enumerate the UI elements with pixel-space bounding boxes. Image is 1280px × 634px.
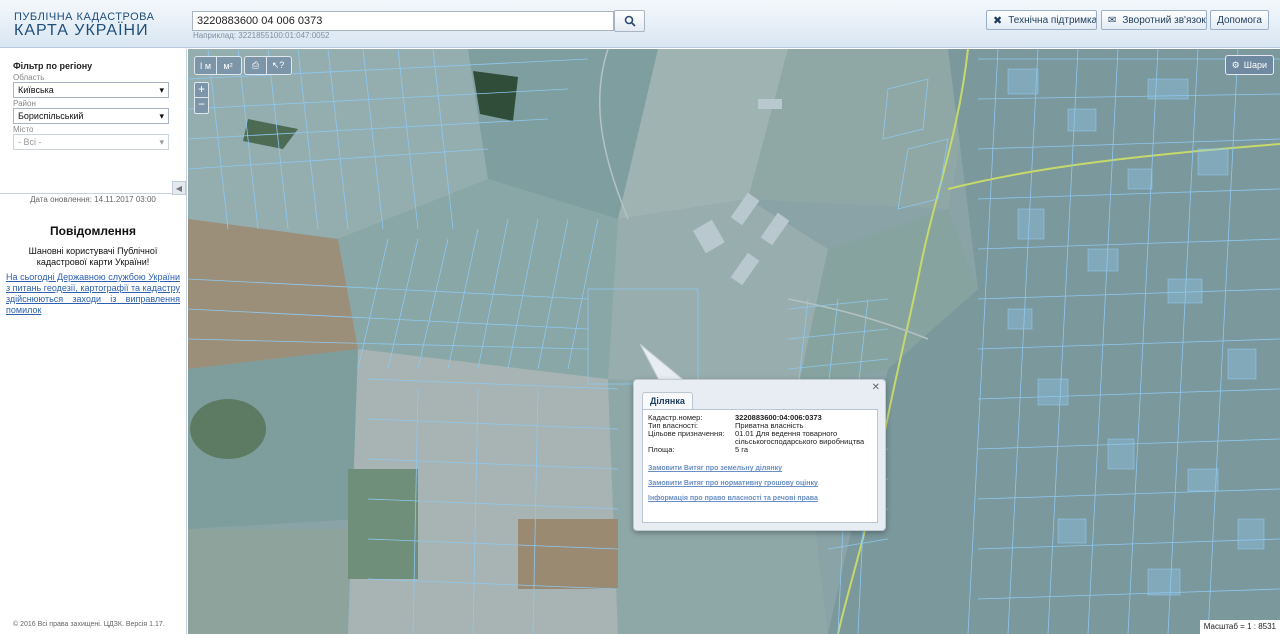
tab-parcel[interactable]: Ділянка	[642, 392, 693, 409]
region-label: Область	[13, 73, 45, 82]
search-hint: Наприклад: 3221855100:01:047:0052	[193, 31, 330, 40]
print-info-toolbar: ⎙ ↖?	[244, 56, 292, 75]
measure-toolbar: I м м²	[194, 56, 242, 75]
city-select[interactable]: - Всі - ▾	[13, 134, 169, 150]
search-button[interactable]	[614, 10, 645, 32]
tech-support-label: Технічна підтримка	[1008, 14, 1097, 26]
region-filter: Фільтр по регіону Область Київська ▾ Рай…	[0, 49, 186, 182]
field-value: 5 га	[735, 445, 748, 454]
zoom-in-button[interactable]: +	[195, 83, 208, 98]
popup-body: Кадастр.номер: 3220883600:04:006:0373 Ти…	[642, 409, 878, 523]
district-label: Район	[13, 99, 36, 108]
measure-length-button[interactable]: I м	[195, 57, 217, 74]
map-imagery	[188, 49, 1280, 634]
gear-icon: ⚙	[1231, 59, 1240, 70]
close-icon[interactable]: ✕	[872, 382, 880, 393]
region-select-value: Київська	[18, 85, 54, 95]
cursor-question-icon: ↖?	[271, 60, 285, 70]
layers-button[interactable]: ⚙ Шари	[1224, 55, 1274, 75]
left-sidebar: Фільтр по регіону Область Київська ▾ Рай…	[0, 49, 187, 634]
tech-support-button[interactable]: ✖ Технічна підтримка	[986, 10, 1097, 30]
filter-title: Фільтр по регіону	[13, 61, 93, 71]
map-scale: Масштаб = 1 : 8531	[1199, 620, 1280, 634]
popup-pointer	[639, 343, 688, 383]
search-icon	[624, 15, 636, 27]
zoom-control: + −	[194, 82, 209, 114]
tools-icon: ✖	[993, 14, 1003, 27]
site-logo[interactable]: ПУБЛІЧНА КАДАСТРОВА КАРТА УКРАЇНИ	[14, 11, 154, 39]
notice-greeting: Шановні користувачі Публічної кадастрово…	[28, 246, 158, 267]
field-area: Площа: 5 га	[648, 446, 872, 454]
cadastral-search-input[interactable]	[192, 11, 614, 31]
dropdown-arrow-icon: ▾	[159, 110, 164, 121]
identify-button[interactable]: ↖?	[267, 57, 289, 74]
region-select[interactable]: Київська ▾	[13, 82, 169, 98]
city-select-value: - Всі -	[18, 137, 42, 147]
district-select[interactable]: Бориспільський ▾	[13, 108, 169, 124]
dropdown-arrow-icon: ▾	[159, 136, 164, 147]
feedback-button[interactable]: ✉ Зворотний зв'язок	[1101, 10, 1207, 30]
measure-area-button[interactable]: м²	[217, 57, 239, 74]
print-button[interactable]: ⎙	[245, 57, 267, 74]
field-purpose: Цільове призначення: 01.01 Для ведення т…	[648, 430, 872, 446]
parcel-info-popup: ✕ Ділянка Кадастр.номер: 3220883600:04:0…	[633, 379, 886, 531]
order-parcel-extract-link[interactable]: Замовити Витяг про земельну ділянку	[648, 465, 872, 472]
help-label: Допомога	[1217, 14, 1262, 26]
printer-icon: ⎙	[251, 60, 260, 70]
cadastral-map[interactable]: I м м² ⎙ ↖? + − ⚙ Шари Масштаб = 1 : 853…	[188, 49, 1280, 634]
ownership-info-link[interactable]: Інформація про право власності та речові…	[648, 495, 872, 502]
order-valuation-extract-link[interactable]: Замовити Витяг про нормативну грошову оц…	[648, 480, 872, 487]
notice-link[interactable]: На сьогодні Державною службою України з …	[6, 272, 180, 316]
field-value: 01.01 Для ведення товарного сільськогосп…	[735, 429, 865, 446]
layers-label: Шари	[1243, 60, 1267, 70]
update-date: Дата оновлення: 14.11.2017 03:00	[30, 195, 156, 204]
dropdown-arrow-icon: ▾	[159, 84, 164, 95]
notice-title: Повідомлення	[50, 224, 136, 238]
collapse-sidebar-button[interactable]: ◀	[172, 181, 186, 195]
district-select-value: Бориспільський	[18, 111, 84, 121]
city-label: Місто	[13, 125, 34, 134]
zoom-out-button[interactable]: −	[195, 98, 208, 113]
sidebar-collapse-bar: ◀	[0, 181, 186, 195]
copyright: © 2016 Всі права захищені. ЦДЗК. Версія …	[13, 621, 165, 628]
feedback-label: Зворотний зв'язок	[1122, 14, 1206, 26]
field-key: Цільове призначення:	[648, 429, 725, 438]
envelope-icon: ✉	[1108, 14, 1117, 26]
field-key: Площа:	[648, 445, 675, 454]
top-header: ПУБЛІЧНА КАДАСТРОВА КАРТА УКРАЇНИ Наприк…	[0, 0, 1280, 48]
logo-line2: КАРТА УКРАЇНИ	[14, 22, 149, 39]
help-button[interactable]: Допомога	[1210, 10, 1269, 30]
